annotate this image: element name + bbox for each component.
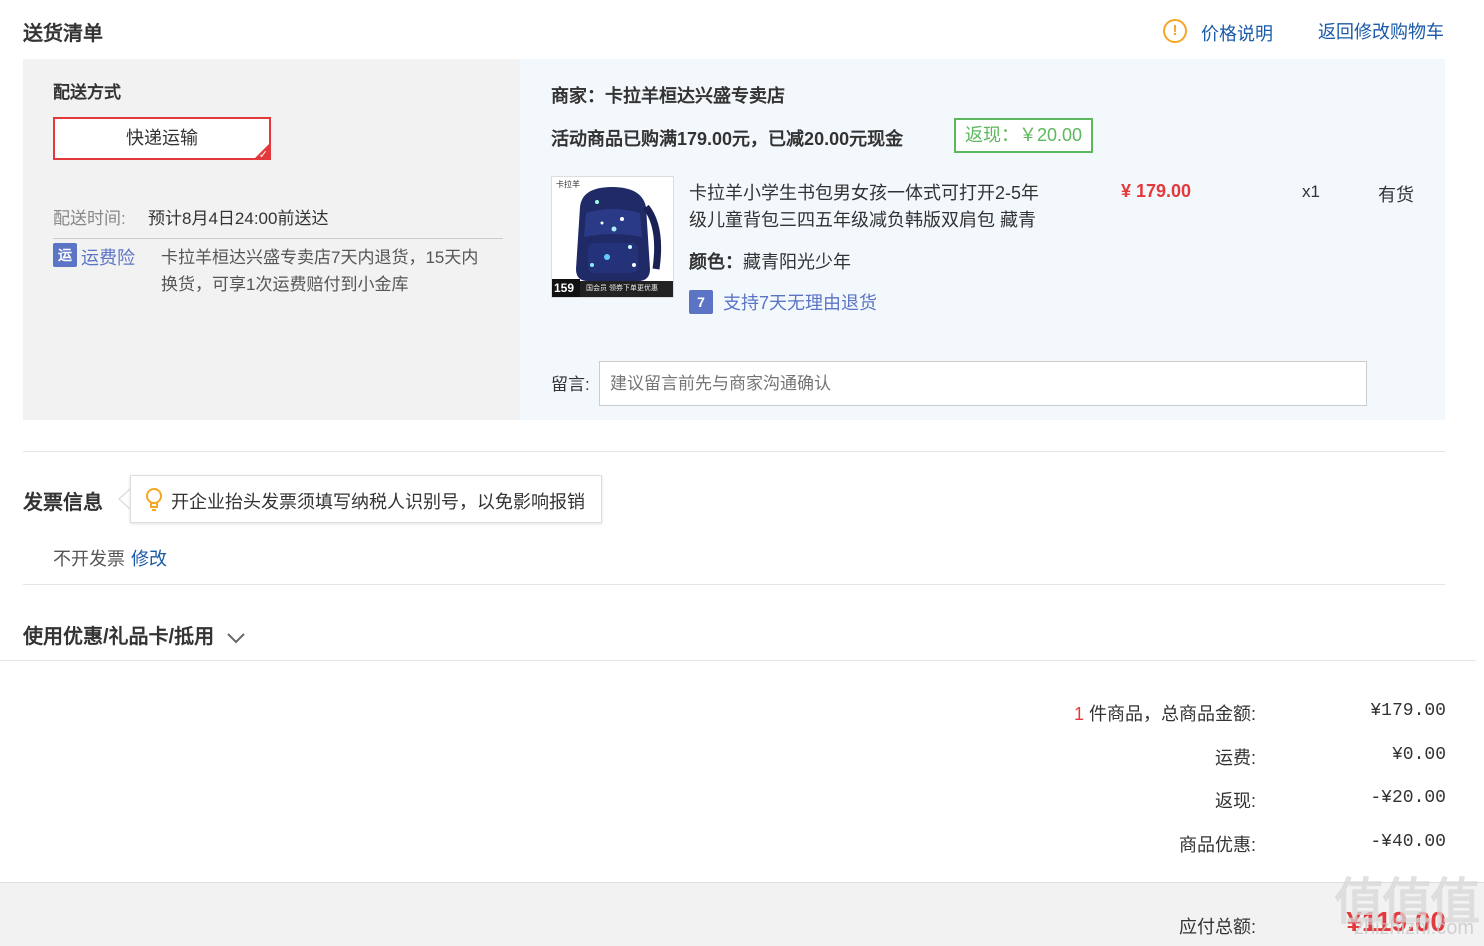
color-value: 藏青阳光少年 — [743, 252, 851, 272]
price-note-link[interactable]: 价格说明 — [1201, 20, 1273, 46]
check-icon: ✓ — [258, 149, 268, 160]
rebate-value: -¥20.00 — [1370, 788, 1446, 808]
rebate-label: 返现: — [1214, 791, 1256, 811]
invoice-tip: 开企业抬头发票须填写纳税人识别号，以免影响报销 — [130, 475, 602, 523]
merchant-line: 商家：卡拉羊桓达兴盛专卖店 — [551, 82, 785, 108]
invoice-tip-text: 开企业抬头发票须填写纳税人识别号，以免影响报销 — [171, 492, 585, 512]
return-policy-icon: 7 — [689, 290, 713, 314]
section-divider — [23, 584, 1445, 585]
delivery-time-value: 预计8月4日24:00前送达 — [148, 209, 329, 228]
shipping-method-text: 快递运输 — [126, 128, 198, 148]
total-label: 应付总额: — [1178, 917, 1256, 937]
rebate-badge: 返现：￥20.00 — [954, 118, 1093, 153]
shield-icon: 运 — [53, 243, 77, 267]
coupon-title: 使用优惠/礼品卡/抵用 — [23, 626, 215, 648]
invoice-edit-link[interactable]: 修改 — [131, 545, 167, 571]
warning-icon: ! — [1163, 19, 1187, 43]
backpack-image — [552, 177, 673, 297]
image-brand-text: 卡拉羊 — [556, 180, 580, 189]
product-name-line2[interactable]: 级儿童背包三四五年级减负韩版双肩包 藏青 — [689, 206, 1036, 232]
product-name-line1[interactable]: 卡拉羊小学生书包男女孩一体式可打开2-5年 — [689, 179, 1039, 205]
insurance-text-line1: 卡拉羊桓达兴盛专卖店7天内退货，15天内 — [161, 248, 479, 267]
note-input[interactable] — [599, 361, 1367, 406]
product-quantity: x1 — [1302, 182, 1320, 201]
color-label: 颜色： — [689, 252, 743, 272]
product-image[interactable]: 卡拉羊 159 国会员 领券下单更优惠 — [551, 176, 674, 298]
watermark-url: zhizhizhi.com — [1353, 917, 1474, 939]
divider — [53, 238, 503, 239]
item-count: 1 — [1073, 704, 1084, 724]
freight-label: 运费: — [1214, 748, 1256, 768]
insurance-text-line2: 换货，可享1次运费赔付到小金库 — [161, 275, 409, 294]
merchant-name: 卡拉羊桓达兴盛专卖店 — [605, 86, 785, 106]
goods-total-value: ¥179.00 — [1370, 701, 1446, 721]
lightbulb-icon — [146, 488, 162, 511]
freight-insurance-link[interactable]: 运费险 — [81, 244, 135, 270]
note-label: 留言: — [551, 375, 590, 394]
discount-label: 商品优惠: — [1178, 835, 1256, 855]
freight-value: ¥0.00 — [1391, 745, 1446, 765]
shipping-method-label: 配送方式 — [53, 83, 121, 102]
section-divider — [0, 660, 1476, 661]
shipping-panel — [23, 59, 520, 420]
product-color: 颜色：藏青阳光少年 — [689, 248, 851, 274]
page-title: 送货清单 — [23, 23, 103, 45]
coupon-toggle[interactable]: 使用优惠/礼品卡/抵用 — [23, 620, 246, 649]
delivery-time-label: 配送时间: — [53, 209, 126, 228]
invoice-status: 不开发票 — [53, 549, 125, 569]
discount-value: -¥40.00 — [1370, 832, 1446, 852]
invoice-title: 发票信息 — [23, 492, 103, 514]
product-price: ¥ 179.00 — [1121, 181, 1192, 201]
total-bar — [0, 882, 1484, 946]
image-price-text: 159 — [554, 281, 575, 295]
chevron-down-icon — [226, 633, 245, 644]
image-banner-text: 国会员 领券下单更优惠 — [586, 285, 658, 292]
merchant-label: 商家： — [551, 86, 605, 106]
goods-label-text: 件商品，总商品金额: — [1083, 704, 1256, 724]
return-policy-text: 支持7天无理由退货 — [723, 293, 878, 313]
goods-total-label: 1 件商品，总商品金额: — [896, 700, 1256, 726]
section-divider — [23, 451, 1445, 452]
promo-text: 活动商品已购满179.00元，已减20.00元现金 — [551, 129, 904, 149]
back-to-cart-link[interactable]: 返回修改购物车 — [1318, 18, 1444, 44]
stock-status: 有货 — [1378, 185, 1414, 205]
shipping-method-option[interactable]: 快递运输 ✓ — [53, 117, 271, 160]
